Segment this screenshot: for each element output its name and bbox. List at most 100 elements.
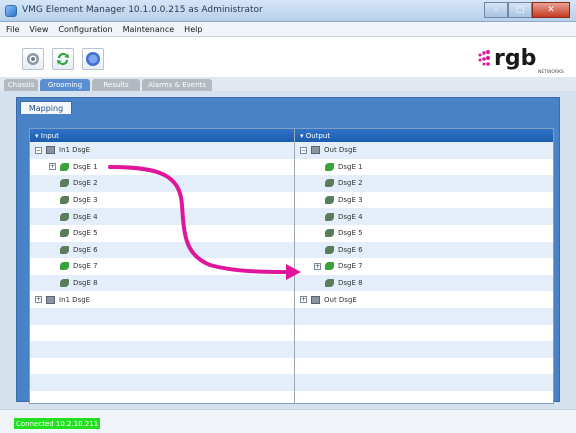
row-label: DsgE 7 <box>73 262 98 271</box>
collapse-icon[interactable]: − <box>300 146 307 154</box>
output-row[interactable]: DsgE 1 <box>295 159 553 176</box>
tab-alarms-events[interactable]: Alarms & Events <box>142 79 212 91</box>
menu-maintenance[interactable]: Maintenance <box>123 25 175 34</box>
rgb-networks-logo: rgb NETWORKS <box>476 43 568 75</box>
minimize-button[interactable]: – <box>484 2 508 18</box>
row-label: DsgE 3 <box>338 196 363 205</box>
row-label: DsgE 1 <box>73 162 98 171</box>
row-label: DsgE 2 <box>338 179 363 188</box>
main-tabs: Chassis Grooming Results Alarms & Events <box>0 77 576 91</box>
row-label: DsgE 4 <box>73 212 98 221</box>
logo-sub: NETWORKS <box>538 69 564 75</box>
output-row[interactable]: + DsgE 7 <box>295 258 553 275</box>
connection-status: Connected 10.2.10.211 <box>14 418 100 429</box>
program-icon <box>60 179 69 188</box>
input-row[interactable]: DsgE 8 <box>30 274 294 292</box>
tab-results[interactable]: Results <box>92 79 140 91</box>
logo-brand: rgb <box>494 46 536 71</box>
menu-configuration[interactable]: Configuration <box>58 25 112 34</box>
row-label: DsgE 7 <box>338 262 363 271</box>
output-row[interactable]: DsgE 5 <box>295 225 553 242</box>
output-header[interactable]: ▾ Output <box>295 129 553 142</box>
row-label: In1 DsgE <box>59 295 91 304</box>
output-row[interactable]: DsgE 6 <box>295 241 553 259</box>
input-row[interactable]: DsgE 3 <box>30 192 294 209</box>
row-label: DsgE 8 <box>338 279 363 288</box>
program-icon <box>60 212 69 221</box>
tab-chassis[interactable]: Chassis <box>4 79 38 91</box>
device-icon <box>46 146 55 155</box>
input-header[interactable]: ▾ Input <box>30 129 294 142</box>
input-row[interactable]: + In1 DsgE <box>30 291 294 308</box>
program-icon <box>60 279 69 288</box>
status-bar: Connected 10.2.10.211 <box>0 409 576 433</box>
toolbar: rgb NETWORKS <box>0 37 576 77</box>
device-icon <box>311 295 320 304</box>
row-label: DsgE 1 <box>338 162 363 171</box>
program-icon <box>325 245 334 254</box>
row-label: Out DsgE <box>324 146 357 155</box>
row-label: Out DsgE <box>324 295 357 304</box>
input-row[interactable]: DsgE 7 <box>30 258 294 275</box>
output-row[interactable]: DsgE 4 <box>295 208 553 225</box>
program-icon <box>60 262 69 271</box>
row-label: In1 DsgE <box>59 146 91 155</box>
menu-view[interactable]: View <box>29 25 48 34</box>
input-row[interactable]: + DsgE 1 <box>30 159 294 176</box>
maximize-button[interactable]: □ <box>508 2 532 18</box>
expand-icon[interactable]: + <box>314 262 321 270</box>
output-row <box>295 341 553 358</box>
menu-file[interactable]: File <box>6 25 19 34</box>
input-row <box>30 325 294 342</box>
program-icon <box>60 229 69 238</box>
help-icon <box>86 52 100 66</box>
output-column: ▾ Output − Out DsgE DsgE 1 DsgE 2 DsgE 3 DsgE… <box>295 129 553 403</box>
program-icon <box>60 196 69 205</box>
refresh-icon <box>57 53 69 65</box>
close-button[interactable]: ✕ <box>532 2 570 18</box>
input-column: ▾ Input − In1 DsgE + DsgE 1 DsgE 2 DsgE 3 DsgE… <box>30 129 295 403</box>
program-icon <box>325 162 334 171</box>
input-row <box>30 374 294 391</box>
output-row[interactable]: DsgE 8 <box>295 274 553 292</box>
output-row[interactable]: DsgE 3 <box>295 192 553 209</box>
row-label: DsgE 4 <box>338 212 363 221</box>
row-label: DsgE 2 <box>73 179 98 188</box>
expand-icon[interactable]: + <box>35 296 42 304</box>
tab-mapping[interactable]: Mapping <box>20 101 72 114</box>
input-row <box>30 307 294 325</box>
input-row[interactable]: DsgE 2 <box>30 175 294 192</box>
expand-icon[interactable]: + <box>49 163 56 171</box>
output-row[interactable]: DsgE 2 <box>295 175 553 192</box>
collapse-icon[interactable]: − <box>35 146 42 154</box>
mapping-tree: ▾ Input − In1 DsgE + DsgE 1 DsgE 2 DsgE 3 DsgE… <box>29 128 554 404</box>
row-label: DsgE 3 <box>73 196 98 205</box>
row-label: DsgE 5 <box>73 229 98 238</box>
rgb-logo-icon: rgb NETWORKS <box>478 46 564 75</box>
device-icon <box>46 295 55 304</box>
program-icon <box>325 196 334 205</box>
input-row[interactable]: DsgE 4 <box>30 208 294 225</box>
tab-grooming[interactable]: Grooming <box>40 79 90 91</box>
input-row[interactable]: DsgE 5 <box>30 225 294 242</box>
title-bar: VMG Element Manager 10.1.0.0.215 as Admi… <box>0 0 576 22</box>
menu-help[interactable]: Help <box>184 25 202 34</box>
refresh-button[interactable] <box>52 48 74 70</box>
output-row[interactable]: + Out DsgE <box>295 291 553 308</box>
output-row[interactable]: − Out DsgE <box>295 142 553 159</box>
input-row <box>30 341 294 358</box>
program-icon <box>60 162 69 171</box>
settings-button[interactable] <box>22 48 44 70</box>
program-icon <box>325 212 334 221</box>
window-controls: – □ ✕ <box>484 2 570 18</box>
output-row <box>295 374 553 391</box>
help-button[interactable] <box>82 48 104 70</box>
input-row[interactable]: − In1 DsgE <box>30 142 294 159</box>
input-row[interactable]: DsgE 6 <box>30 241 294 259</box>
program-icon <box>325 279 334 288</box>
row-label: DsgE 6 <box>338 245 363 254</box>
settings-gear-icon <box>27 53 39 65</box>
expand-icon[interactable]: + <box>300 296 307 304</box>
program-icon <box>325 229 334 238</box>
program-icon <box>325 179 334 188</box>
